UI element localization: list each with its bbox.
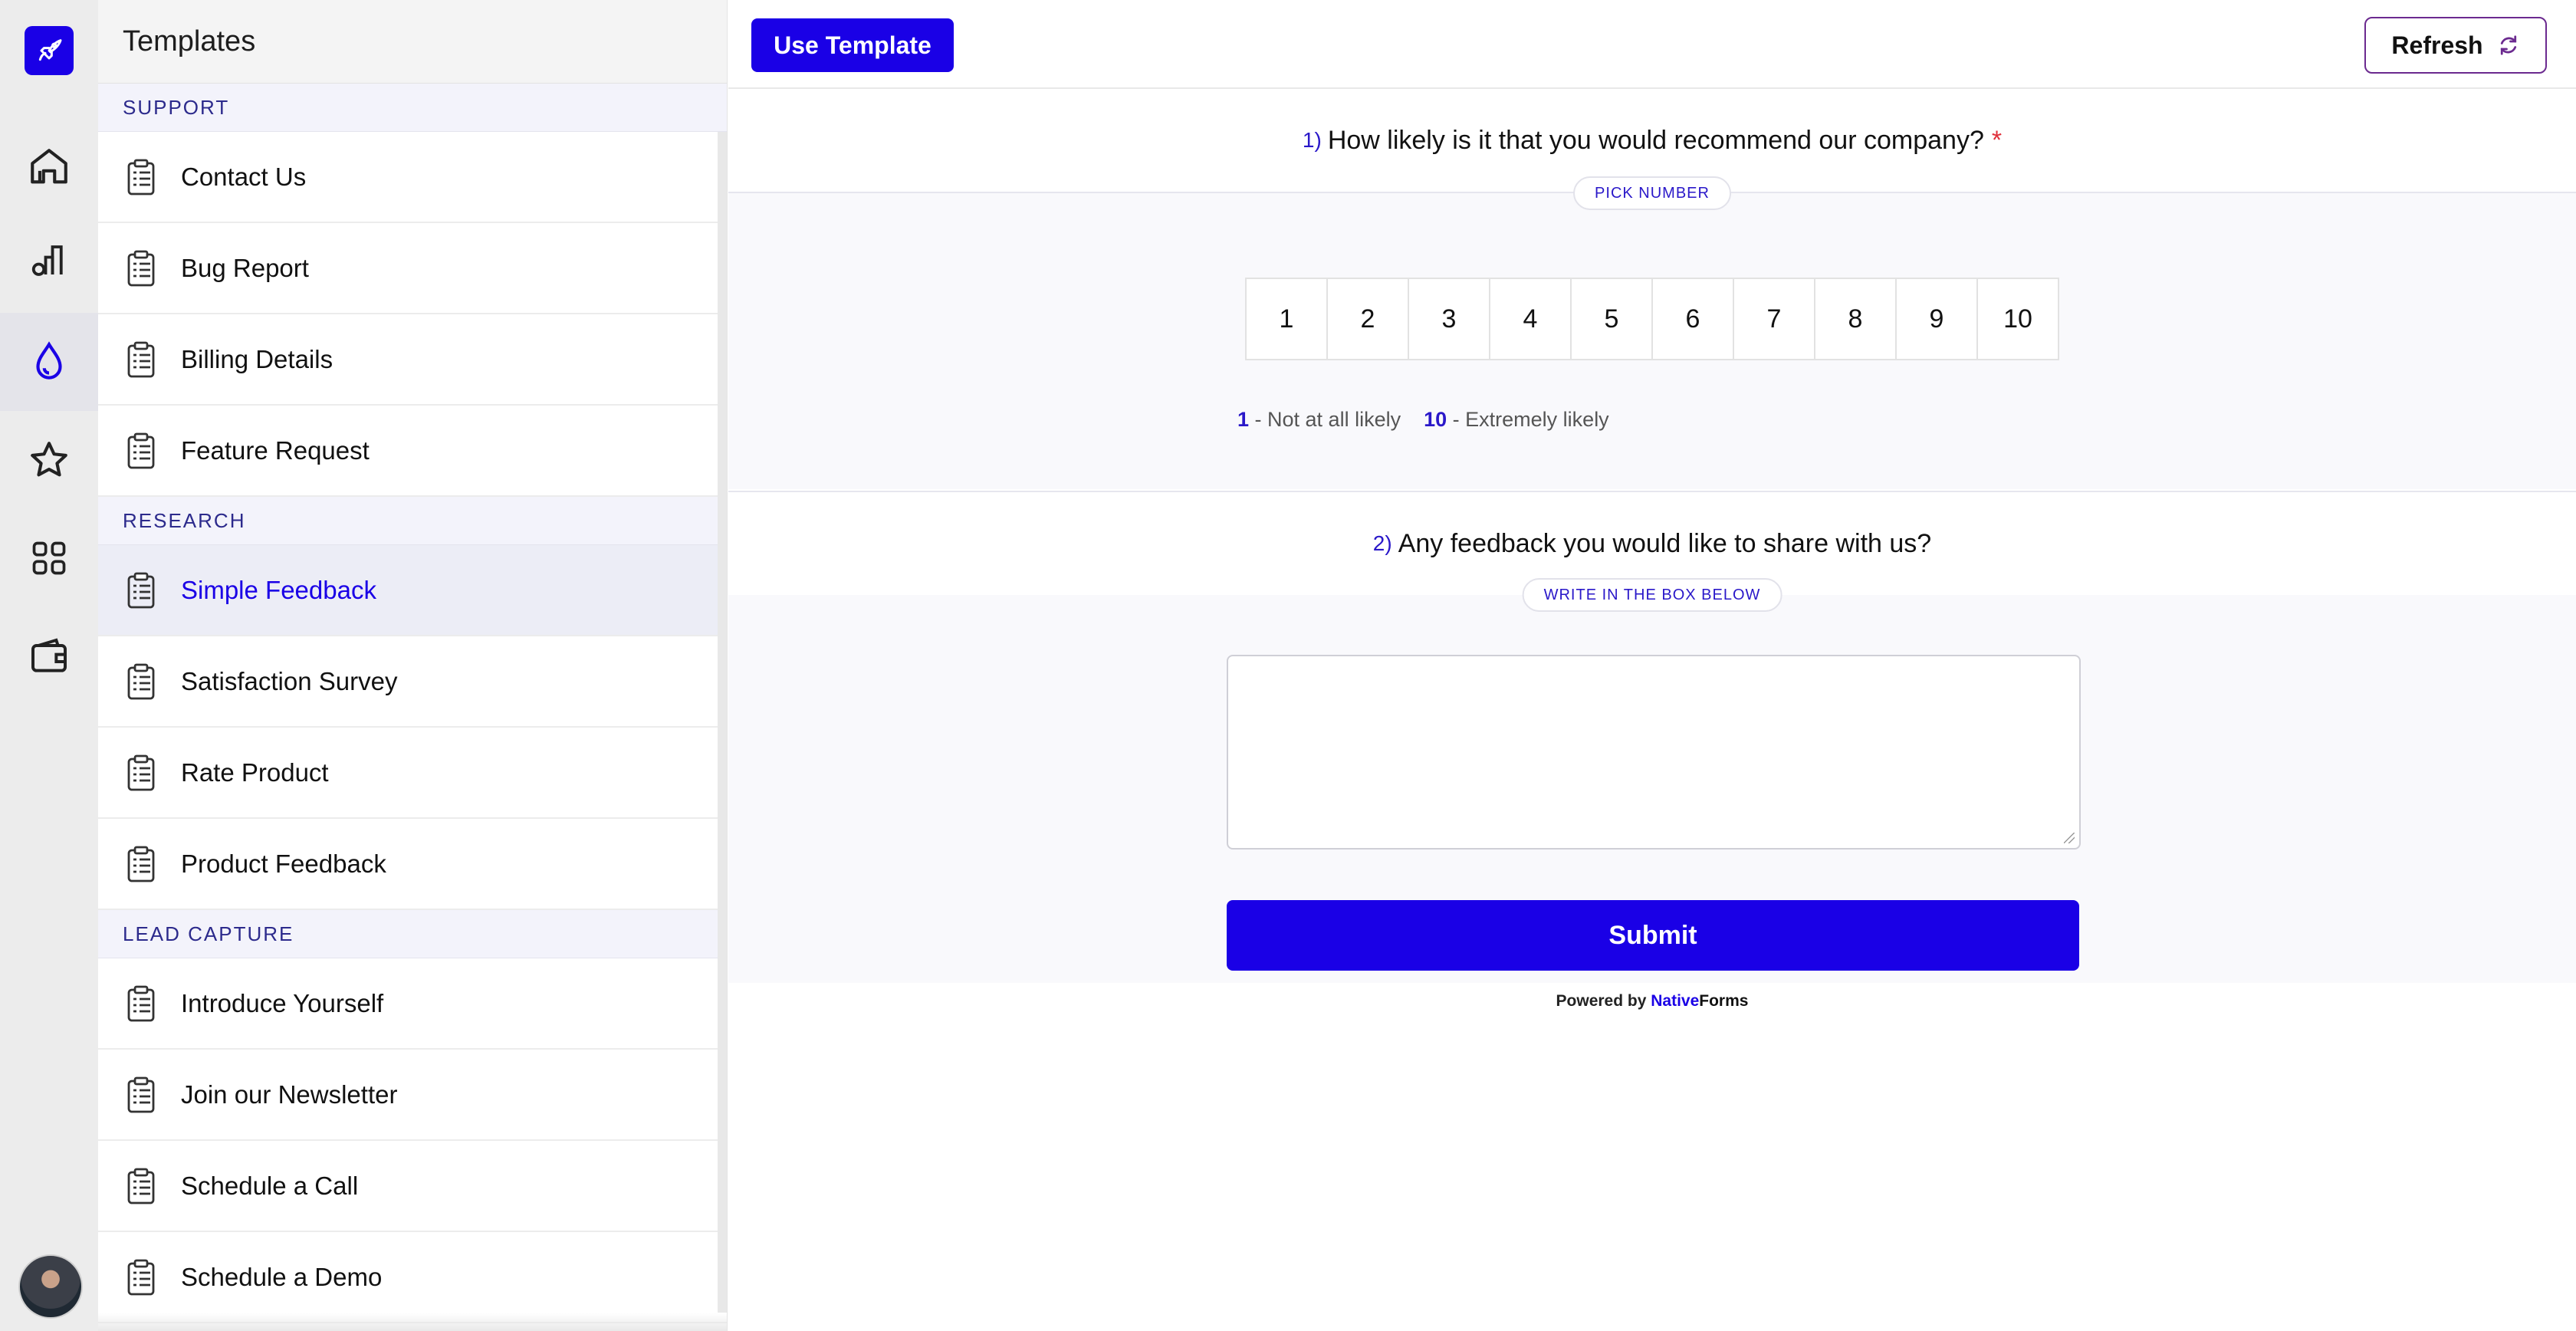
template-item[interactable]: Product Feedback [98,819,727,910]
refresh-icon [2500,35,2516,55]
section-header: RESEARCH [98,497,727,545]
rating-option[interactable]: 2 [1328,279,1409,359]
question-1-body: PICK NUMBER 1 2 3 4 5 6 7 8 9 10 1 - Not at all l… [728,176,2576,489]
template-item-label: Simple Feedback [181,575,376,604]
brand-native[interactable]: Native [1651,992,1699,1010]
template-item-label: Satisfaction Survey [181,666,398,695]
template-item-label: Rate Product [181,758,329,787]
clipboard-icon [126,1168,156,1204]
template-item-label: Billing Details [181,344,334,373]
templates-panel: Templates SUPPORT Contact Us Bug Report Bil… [98,0,728,1331]
panel-title: Templates [98,0,727,84]
rating-option[interactable]: 9 [1897,279,1978,359]
clipboard-icon [126,846,156,882]
refresh-button[interactable]: Refresh [2364,17,2547,74]
template-item[interactable]: Feature Request [98,406,727,497]
high-label: - Extremely likely [1447,408,1609,431]
section-header: LEAD CAPTURE [98,910,727,958]
rating-option[interactable]: 1 [1247,279,1328,359]
template-item-label: Product Feedback [181,849,386,878]
panel-bottom-fade [98,1313,727,1331]
low-value: 1 [1237,408,1250,431]
form-preview: 1) How likely is it that you would recom… [728,89,2576,983]
clipboard-icon [126,1076,156,1113]
template-item[interactable]: Rate Product [98,728,727,819]
question-2-text: Any feedback you would like to share wit… [1398,528,1932,558]
template-item[interactable]: Join our Newsletter [98,1050,727,1141]
clipboard-icon [126,159,156,196]
question-1-number: 1) [1302,128,1322,152]
template-item[interactable]: Introduce Yourself [98,958,727,1050]
question-2-number: 2) [1372,531,1392,555]
submit-button[interactable]: Submit [1227,900,2079,971]
question-1-text: How likely is it that you would recommen… [1327,125,1984,155]
template-item[interactable]: Satisfaction Survey [98,636,727,728]
section-header: SUPPORT [98,84,727,132]
rating-scale: 1 2 3 4 5 6 7 8 9 10 [1245,278,2059,360]
template-item-label: Join our Newsletter [181,1080,398,1109]
template-item-label: Bug Report [181,253,309,282]
rating-option[interactable]: 8 [1815,279,1897,359]
pick-number-hint: PICK NUMBER [1573,176,1731,210]
use-template-button[interactable]: Use Template [751,18,954,72]
apps-grid-icon[interactable] [0,509,98,607]
template-list: SUPPORT Contact Us Bug Report Billing Detai… [98,84,727,1323]
template-item[interactable]: Simple Feedback [98,545,727,636]
template-item[interactable]: Contact Us [98,132,727,223]
brand-forms[interactable]: Forms [1699,992,1748,1010]
rating-option[interactable]: 6 [1653,279,1734,359]
template-item[interactable]: Schedule a Demo [98,1232,727,1323]
home-icon[interactable] [0,118,98,216]
template-item[interactable]: Bug Report [98,223,727,314]
clipboard-icon [126,1259,156,1296]
template-item-label: Contact Us [181,162,307,191]
template-item[interactable]: Schedule a Call [98,1141,727,1232]
required-mark: * [1991,125,2003,155]
template-item[interactable]: Billing Details [98,314,727,406]
powered-by: Powered by NativeForms [728,992,2576,1011]
user-avatar[interactable] [18,1254,83,1319]
rating-option[interactable]: 7 [1734,279,1815,359]
panel-scrollbar[interactable] [718,132,727,1313]
rocket-icon[interactable] [25,26,74,75]
template-item-label: Introduce Yourself [181,988,384,1017]
scale-legend: 1 - Not at all likely 10 - Extremely lik… [1237,408,1609,432]
write-box-hint: WRITE IN THE BOX BELOW [1522,578,1783,612]
rating-option[interactable]: 5 [1572,279,1653,359]
clipboard-icon [126,341,156,378]
rating-option[interactable]: 10 [1978,279,2058,359]
star-icon[interactable] [0,411,98,509]
analytics-icon[interactable] [0,212,98,310]
template-item-label: Schedule a Demo [181,1262,383,1291]
icon-rail [0,0,98,1331]
preview-area: Use Template Refresh 1) How likely is it… [728,0,2576,1331]
templates-drop-icon[interactable] [0,313,98,411]
template-item-label: Feature Request [181,435,370,465]
wallet-icon[interactable] [0,607,98,705]
low-label: - Not at all likely [1249,408,1401,431]
clipboard-icon [126,754,156,791]
clipboard-icon [126,432,156,469]
clipboard-icon [126,985,156,1022]
preview-toolbar: Use Template Refresh [728,0,2576,89]
high-value: 10 [1424,408,1447,431]
feedback-textarea[interactable] [1227,655,2081,850]
clipboard-icon [126,572,156,609]
clipboard-icon [126,250,156,287]
template-item-label: Schedule a Call [181,1171,359,1200]
rating-option[interactable]: 4 [1490,279,1572,359]
rating-option[interactable]: 3 [1409,279,1490,359]
clipboard-icon [126,663,156,700]
powered-prefix: Powered by [1556,992,1651,1010]
textarea-resize-handle[interactable] [2064,833,2075,843]
refresh-label: Refresh [2391,31,2483,59]
